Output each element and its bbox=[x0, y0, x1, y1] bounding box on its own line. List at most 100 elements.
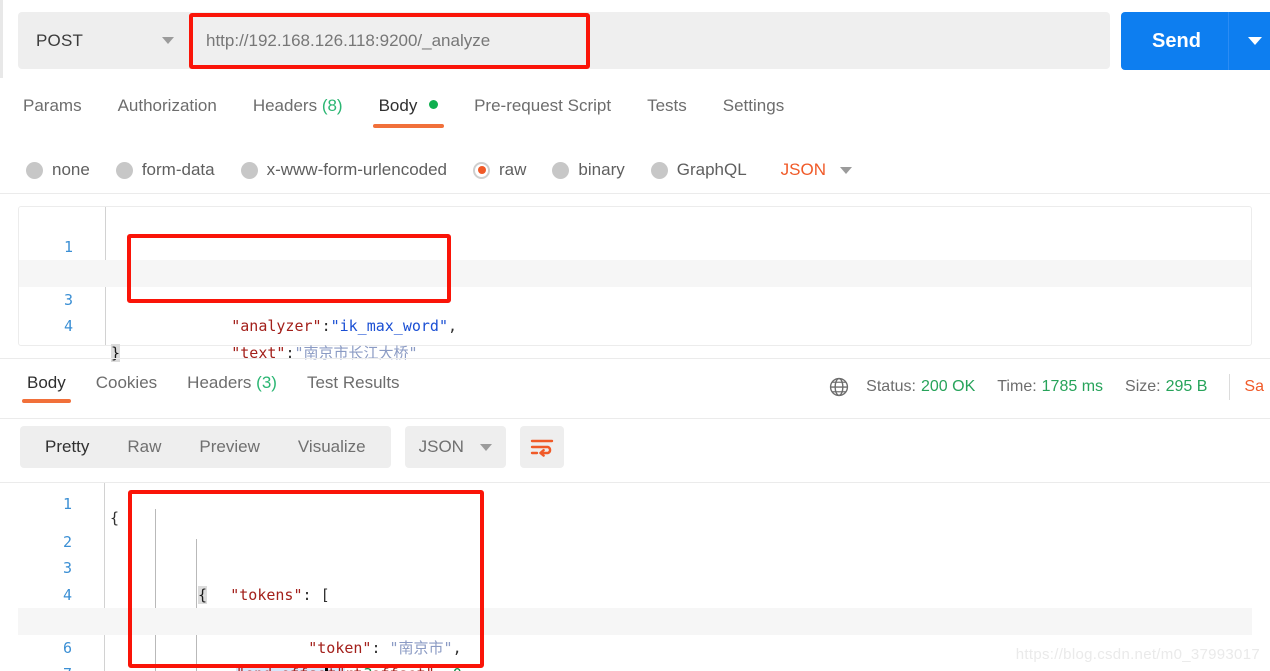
code-line: 3 { bbox=[18, 529, 1252, 604]
body-type-none[interactable]: none bbox=[26, 160, 90, 180]
json-punct: : bbox=[435, 665, 444, 671]
tab-pre-request-script[interactable]: Pre-request Script bbox=[456, 96, 629, 116]
tab-label: Settings bbox=[722, 96, 785, 115]
code-line-active: 6 "end_offset": 3, bbox=[18, 608, 1252, 671]
active-tab-underline bbox=[372, 124, 445, 128]
chevron-down-icon bbox=[1248, 37, 1262, 45]
view-mode-pretty[interactable]: Pretty bbox=[26, 437, 108, 457]
tab-label: Authorization bbox=[117, 96, 217, 115]
radio-selected-icon bbox=[473, 161, 491, 179]
response-tab-test-results[interactable]: Test Results bbox=[292, 373, 415, 393]
radio-icon bbox=[240, 161, 258, 179]
code-content: "end_offset": 3, bbox=[236, 661, 382, 671]
tab-label: Body bbox=[378, 96, 418, 115]
headers-count-badge: (8) bbox=[321, 96, 343, 115]
active-tab-underline bbox=[22, 399, 71, 403]
body-type-binary[interactable]: binary bbox=[552, 160, 625, 180]
tab-label: Cookies bbox=[95, 373, 158, 392]
response-format-select[interactable]: JSON bbox=[404, 426, 506, 468]
code-content: } bbox=[111, 340, 121, 367]
json-key: "end_offse bbox=[236, 665, 326, 671]
view-mode-raw[interactable]: Raw bbox=[108, 437, 180, 457]
response-tab-body[interactable]: Body bbox=[12, 373, 81, 403]
send-options-button[interactable] bbox=[1229, 37, 1270, 45]
code-line: 4 } bbox=[19, 287, 1251, 362]
time-label: Time: bbox=[997, 378, 1037, 395]
body-type-graphql[interactable]: GraphQL bbox=[650, 160, 747, 180]
radio-icon bbox=[26, 161, 43, 179]
body-type-label: none bbox=[52, 160, 90, 179]
tab-params[interactable]: Params bbox=[18, 96, 100, 116]
request-url-bar: POST http://192.168.126.118:9200/_analyz… bbox=[18, 12, 1110, 69]
tab-label: Tests bbox=[647, 96, 687, 115]
code-line: 1 { bbox=[19, 207, 1251, 282]
word-wrap-button[interactable] bbox=[519, 426, 564, 468]
body-type-urlencoded[interactable]: x-www-form-urlencoded bbox=[240, 160, 448, 180]
body-type-form-data[interactable]: form-data bbox=[115, 160, 215, 180]
http-method-label: POST bbox=[36, 30, 84, 50]
tab-authorization[interactable]: Authorization bbox=[100, 96, 235, 116]
watermark: https://blog.csdn.net/m0_37993017 bbox=[1015, 646, 1260, 663]
body-type-label: GraphQL bbox=[676, 160, 747, 179]
tab-label: Params bbox=[23, 96, 82, 115]
request-body-editor[interactable]: 1 { 2 "analyzer":"ik_max_word", 3 "text"… bbox=[18, 206, 1252, 362]
tab-label: Headers bbox=[252, 96, 318, 115]
response-meta-bar: Status: 200 OK Time: 1785 ms Size: 295 B Sa bbox=[828, 374, 1264, 400]
response-format-label: JSON bbox=[418, 437, 464, 456]
response-tab-cookies[interactable]: Cookies bbox=[81, 373, 172, 393]
response-view-mode-group: Pretty Raw Preview Visualize bbox=[20, 426, 391, 468]
tab-label: Test Results bbox=[306, 373, 400, 392]
http-method-select[interactable]: POST bbox=[18, 12, 190, 69]
raw-format-label: JSON bbox=[780, 160, 827, 179]
tab-tests[interactable]: Tests bbox=[629, 96, 705, 116]
tab-headers[interactable]: Headers (8) bbox=[235, 96, 361, 116]
tab-label: Pre-request Script bbox=[474, 96, 612, 115]
request-url-input[interactable]: http://192.168.126.118:9200/_analyze bbox=[190, 12, 1110, 69]
tab-body[interactable]: Body bbox=[361, 96, 456, 128]
json-punct: , bbox=[372, 665, 381, 671]
status-value: 200 OK bbox=[920, 378, 976, 395]
body-type-label: x-www-form-urlencoded bbox=[266, 160, 448, 179]
json-punct: , bbox=[448, 317, 458, 335]
divider-response-toolbar-top bbox=[0, 418, 1270, 419]
json-punct: : bbox=[345, 665, 354, 671]
json-punct: , bbox=[462, 665, 471, 671]
postman-window: POST http://192.168.126.118:9200/_analyz… bbox=[0, 0, 1270, 671]
chevron-down-icon bbox=[162, 37, 174, 44]
send-button[interactable]: Send bbox=[1121, 30, 1228, 53]
view-mode-visualize[interactable]: Visualize bbox=[279, 437, 385, 457]
request-url-text: http://192.168.126.118:9200/_analyze bbox=[206, 30, 491, 50]
response-headers-count-badge: (3) bbox=[256, 373, 277, 392]
body-type-radio-group: none form-data x-www-form-urlencoded raw… bbox=[26, 155, 853, 185]
size-label: Size: bbox=[1125, 378, 1161, 395]
text-selection: "end_offset" bbox=[236, 665, 346, 671]
radio-icon bbox=[552, 161, 570, 179]
tab-settings[interactable]: Settings bbox=[705, 96, 802, 116]
code-line: 2 "tokens": [ bbox=[18, 502, 1252, 604]
save-response-button[interactable]: Sa bbox=[1244, 378, 1264, 396]
meta-divider bbox=[1229, 374, 1231, 400]
request-tabs: Params Authorization Headers (8) Body Pr… bbox=[18, 96, 802, 134]
globe-icon bbox=[830, 377, 849, 397]
body-type-label: form-data bbox=[141, 160, 215, 179]
body-type-label: raw bbox=[499, 160, 527, 179]
code-line: 2 "analyzer":"ik_max_word", bbox=[19, 234, 1251, 335]
response-tabs: Body Cookies Headers (3) Test Results bbox=[12, 373, 415, 407]
code-line: 5 "start_offset": 0, bbox=[18, 582, 1252, 671]
json-key: t" bbox=[327, 665, 345, 671]
word-wrap-icon bbox=[530, 439, 554, 457]
body-present-dot-icon bbox=[429, 100, 439, 109]
raw-format-select[interactable]: JSON bbox=[780, 160, 853, 180]
body-type-raw[interactable]: raw bbox=[473, 160, 526, 180]
status-label: Status: bbox=[866, 378, 916, 395]
view-mode-preview[interactable]: Preview bbox=[180, 437, 278, 457]
divider-response-top bbox=[0, 358, 1270, 359]
code-line: 4 "token": "南京市", bbox=[18, 555, 1252, 657]
size-badge: Size: 295 B bbox=[1125, 378, 1207, 396]
response-view-toolbar: Pretty Raw Preview Visualize JSON bbox=[20, 426, 564, 468]
time-value: 1785 ms bbox=[1041, 378, 1104, 395]
response-body-editor[interactable]: 1 { 2 "tokens": [ 3 { 4 "token": "南京市", … bbox=[18, 483, 1252, 671]
line-number: 4 bbox=[63, 317, 73, 335]
line-number: 7 bbox=[18, 661, 72, 671]
response-tab-headers[interactable]: Headers (3) bbox=[172, 373, 292, 393]
